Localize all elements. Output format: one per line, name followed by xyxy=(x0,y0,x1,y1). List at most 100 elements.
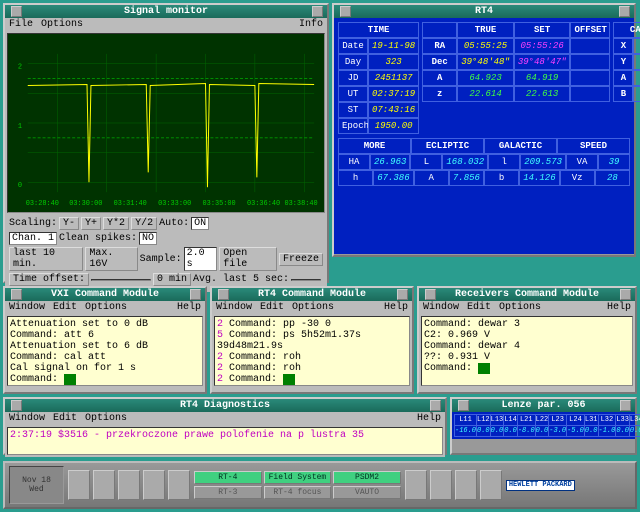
lenze-titlebar[interactable]: Lenze par. 056 xyxy=(452,399,635,412)
openfile-button[interactable]: Open file xyxy=(219,247,277,271)
menu-options[interactable]: Options xyxy=(41,19,83,30)
menu-help[interactable]: Help xyxy=(177,302,201,313)
avg-label: Avg. last 5 sec: xyxy=(193,274,289,285)
menu-options[interactable]: Options xyxy=(499,302,541,313)
menu-edit[interactable]: Edit xyxy=(260,302,284,313)
taskbar-icon[interactable] xyxy=(68,470,90,500)
menu-help[interactable]: Help xyxy=(607,302,631,313)
auto-value[interactable]: ON xyxy=(191,217,209,230)
taskbar-icon[interactable] xyxy=(455,470,477,500)
minimize-icon[interactable] xyxy=(430,400,441,411)
rcv-window: Receivers Command Module Window Edit Optio… xyxy=(417,286,637,394)
taskbar-button[interactable]: RT-4 focus xyxy=(264,486,332,499)
diag-titlebar[interactable]: RT4 Diagnostics xyxy=(5,399,445,412)
sample-value[interactable]: 2.0 s xyxy=(184,247,218,271)
vxi-titlebar[interactable]: VXI Command Module xyxy=(5,288,205,301)
svg-text:03:30:00: 03:30:00 xyxy=(69,200,102,208)
max16v-button[interactable]: Max. 16V xyxy=(85,247,137,271)
menu-window[interactable]: Window xyxy=(9,413,45,424)
sigmon-titlebar[interactable]: Signal monitor xyxy=(5,5,327,18)
menu-file[interactable]: File xyxy=(9,19,33,30)
menu-options[interactable]: Options xyxy=(292,302,334,313)
diag-window: RT4 Diagnostics Window Edit Options Help 2:… xyxy=(3,397,447,455)
menu-icon[interactable] xyxy=(340,6,351,17)
taskbar-button[interactable]: RT-3 xyxy=(194,486,262,499)
vxi-terminal[interactable]: Attenuation set to 0 dBCommand: att 6Att… xyxy=(7,316,203,386)
clean-value[interactable]: NO xyxy=(139,232,157,245)
minimize-icon[interactable] xyxy=(620,400,631,411)
scale-ydiv-button[interactable]: Y/2 xyxy=(131,217,157,230)
rcv-terminal[interactable]: Command: dewar 3C2: 0.969 VCommand: dewa… xyxy=(421,316,633,386)
freeze-button[interactable]: Freeze xyxy=(279,253,323,266)
minimize-icon[interactable] xyxy=(312,6,323,17)
menu-icon[interactable] xyxy=(11,289,22,300)
timeoffset-input[interactable] xyxy=(91,279,151,281)
cass-head: CASS. xyxy=(613,22,640,38)
rt4cmd-terminal[interactable]: 2 Command: pp -30 05 Command: ps 5h52m1.… xyxy=(214,316,410,386)
svg-text:03:31:40: 03:31:40 xyxy=(114,200,147,208)
minimize-icon[interactable] xyxy=(190,289,201,300)
last10min-button[interactable]: last 10 min. xyxy=(9,247,83,271)
auto-label: Auto: xyxy=(159,218,189,229)
scale-ymul-button[interactable]: Y*2 xyxy=(103,217,129,230)
sample-label: Sample: xyxy=(140,254,182,265)
taskbar-button[interactable]: PSDM2 xyxy=(333,471,401,484)
svg-text:1: 1 xyxy=(18,123,22,131)
rt4cmd-window: RT4 Command Module Window Edit Options Help… xyxy=(210,286,414,394)
taskbar-icon[interactable] xyxy=(93,470,115,500)
taskbar-button[interactable]: Field System xyxy=(264,471,332,484)
menu-edit[interactable]: Edit xyxy=(53,413,77,424)
rt4-window: RT4 TIME Date19-11-98Day323JD2451137UT02… xyxy=(332,3,636,257)
sigmon-title: Signal monitor xyxy=(22,6,310,17)
svg-text:03:28:40: 03:28:40 xyxy=(26,200,59,208)
menu-edit[interactable]: Edit xyxy=(467,302,491,313)
menu-icon[interactable] xyxy=(458,400,469,411)
rt4cmd-titlebar[interactable]: RT4 Command Module xyxy=(212,288,412,301)
lenze-window: Lenze par. 056 L11L12L13L14L21L22L23L24L… xyxy=(450,397,637,455)
menu-help[interactable]: Help xyxy=(417,413,441,424)
rcv-titlebar[interactable]: Receivers Command Module xyxy=(419,288,635,301)
menu-edit[interactable]: Edit xyxy=(53,302,77,313)
taskbar-icon[interactable] xyxy=(168,470,190,500)
svg-text:03:35:00: 03:35:00 xyxy=(203,200,236,208)
minimize-icon[interactable] xyxy=(397,289,408,300)
menu-icon[interactable] xyxy=(425,289,436,300)
lenze-table: L11L12L13L14L21L22L23L24L31L32L33L34-16.… xyxy=(454,414,640,437)
time-head: TIME xyxy=(338,22,419,38)
rt4-titlebar[interactable]: RT4 xyxy=(334,5,634,18)
sigmon-menubar: File Options Info xyxy=(5,18,327,31)
menu-icon[interactable] xyxy=(11,6,22,17)
svg-text:03:33:00: 03:33:00 xyxy=(158,200,191,208)
menu-options[interactable]: Options xyxy=(85,413,127,424)
menu-window[interactable]: Window xyxy=(9,302,45,313)
clean-label: Clean spikes: xyxy=(59,233,137,244)
menu-icon[interactable] xyxy=(11,400,22,411)
scale-yplus-button[interactable]: Y+ xyxy=(81,217,101,230)
menu-info[interactable]: Info xyxy=(299,19,323,30)
avg-value[interactable] xyxy=(291,279,321,281)
printer-icon[interactable] xyxy=(405,470,427,500)
scale-yminus-button[interactable]: Y- xyxy=(59,217,79,230)
taskbar-clock[interactable]: Nov 18 Wed xyxy=(9,466,64,504)
taskbar-icon[interactable] xyxy=(143,470,165,500)
svg-text:0: 0 xyxy=(18,182,22,190)
menu-options[interactable]: Options xyxy=(85,302,127,313)
taskbar-icon[interactable] xyxy=(430,470,452,500)
menu-help[interactable]: Help xyxy=(384,302,408,313)
rt4-title: RT4 xyxy=(351,6,617,17)
menu-window[interactable]: Window xyxy=(216,302,252,313)
diag-terminal[interactable]: 2:37:19 $3516 - przekroczone prawe polof… xyxy=(7,427,443,455)
channel-select[interactable]: Chan. 1 xyxy=(9,232,57,245)
menu-icon[interactable] xyxy=(218,289,229,300)
hp-logo: HEWLETT PACKARD xyxy=(506,480,575,491)
taskbar-icon[interactable] xyxy=(480,470,502,500)
minimize-icon[interactable] xyxy=(619,6,630,17)
taskbar-button[interactable]: RT-4 xyxy=(194,471,262,484)
signal-plot: 210 03:28:4003:30:00 03:31:4003:33:00 03… xyxy=(7,33,325,213)
taskbar-button[interactable]: VAUTO xyxy=(333,486,401,499)
menu-window[interactable]: Window xyxy=(423,302,459,313)
taskbar: Nov 18 Wed RT-4Field SystemPSDM2 RT-3RT-4… xyxy=(3,461,637,509)
taskbar-icon[interactable] xyxy=(118,470,140,500)
minimize-icon[interactable] xyxy=(620,289,631,300)
svg-text:03:38:40: 03:38:40 xyxy=(285,200,318,208)
